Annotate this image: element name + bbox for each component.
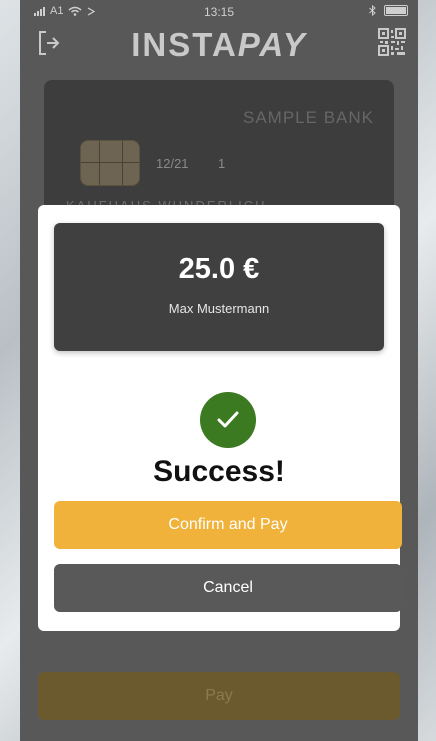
confirm-and-pay-button[interactable]: Confirm and Pay (54, 501, 402, 549)
qr-code-icon[interactable] (378, 28, 406, 56)
payer-name: Max Mustermann (168, 301, 270, 316)
checkmark-icon (200, 392, 256, 448)
card-sequence: 1 (218, 156, 226, 171)
status-bar: A1 13:15 (20, 0, 418, 22)
app-title-part1: INSTA (131, 26, 238, 63)
pay-button[interactable]: Pay (38, 672, 400, 720)
battery-icon (384, 5, 408, 16)
app-title-part2: PAY (237, 26, 307, 63)
amount-panel: 25.0 € Max Mustermann (54, 223, 384, 351)
status-time: 13:15 (203, 5, 235, 19)
app-header: INSTAPAY (20, 22, 418, 72)
app-title: INSTAPAY (20, 26, 418, 64)
bluetooth-icon (369, 5, 376, 16)
card-expiry: 12/21 (156, 156, 189, 171)
payment-success-dialog: 25.0 € Max Mustermann Success! Confirm a… (38, 205, 402, 631)
card-chip-icon (80, 140, 140, 186)
cancel-button[interactable]: Cancel (54, 564, 402, 612)
phone-screen: A1 13:15 INSTAPAY SAMPLE BANK 12/21 1 Pa… (20, 0, 418, 741)
bank-name: SAMPLE BANK (243, 108, 374, 127)
payment-amount: 25.0 € (178, 253, 260, 285)
status-right (369, 5, 408, 16)
success-heading: Success! (153, 455, 285, 488)
